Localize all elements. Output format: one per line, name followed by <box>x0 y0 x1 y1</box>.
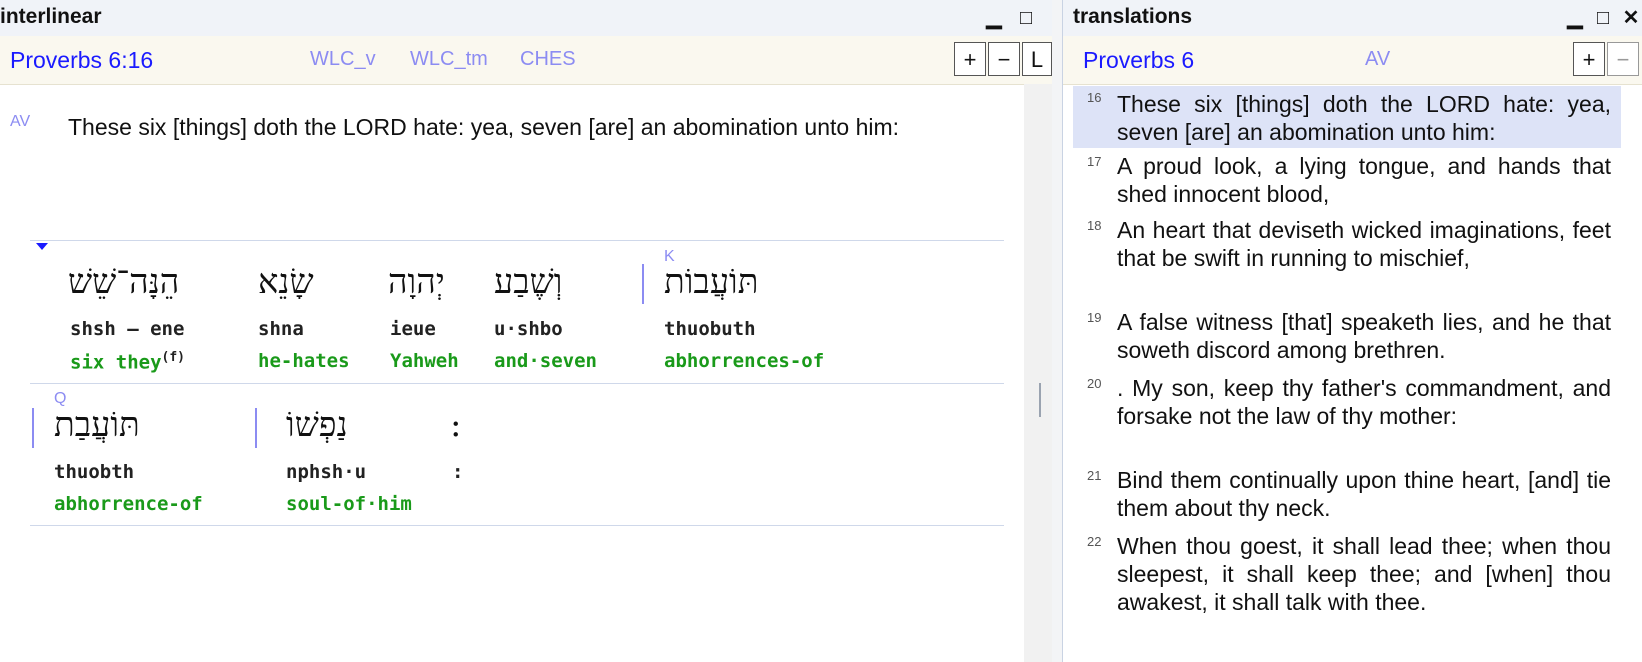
verse-item[interactable]: 22 When thou goest, it shall lead thee; … <box>1073 530 1621 618</box>
qere-marker-bar-right <box>255 408 257 448</box>
verse-text: These six [things] doth the LORD hate: y… <box>68 114 900 140</box>
transliteration: shna <box>258 318 304 340</box>
maximize-icon[interactable]: □ <box>1016 8 1036 28</box>
splitter-grip-icon[interactable] <box>1039 383 1041 417</box>
verse-number: 17 <box>1087 154 1102 169</box>
translations-titlebar: translations ▁ □ ✕ <box>1063 0 1642 37</box>
gloss: and·seven <box>494 350 597 372</box>
translations-title: translations <box>1073 5 1193 28</box>
interlinear-pane: interlinear ▁ □ Proverbs 6:16 WLC_v WLC_… <box>0 0 1053 662</box>
interlinear-scrollbar[interactable] <box>1024 84 1052 662</box>
gloss: six they(f) <box>70 350 185 374</box>
translation-version[interactable]: AV <box>1365 48 1390 71</box>
minimize-icon[interactable]: ▁ <box>1565 8 1585 28</box>
divider-line <box>30 240 1004 241</box>
transliteration: thuobuth <box>664 318 756 340</box>
pane-splitter[interactable] <box>1052 0 1062 662</box>
gloss: soul-of·him <box>286 493 412 515</box>
verse-text: . My son, keep thy father's commandment,… <box>1117 375 1611 429</box>
hebrew-word[interactable]: נַפְשׁוֹ <box>286 405 348 445</box>
ketiv-marker-bar <box>642 264 644 304</box>
verse-text: A false witness [that] speaketh lies, an… <box>1117 309 1611 363</box>
verse-text: When thou goest, it shall lead thee; whe… <box>1117 533 1611 615</box>
hebrew-word[interactable]: תּוֹעֲבוֹת <box>664 262 759 302</box>
verse-number: 20 <box>1087 376 1102 391</box>
maximize-icon[interactable]: □ <box>1593 8 1613 28</box>
verse-item[interactable]: 21 Bind them continually upon thine hear… <box>1073 464 1621 524</box>
divider-line <box>30 383 1004 384</box>
transliteration: : <box>452 461 464 483</box>
layout-button[interactable]: L <box>1022 42 1052 76</box>
verse-item[interactable]: 17 A proud look, a lying tongue, and han… <box>1073 150 1621 210</box>
translations-list: 16 These six [things] doth the LORD hate… <box>1063 84 1642 662</box>
minimize-icon[interactable]: ▁ <box>984 8 1004 28</box>
verse-item-selected[interactable]: 16 These six [things] doth the LORD hate… <box>1073 86 1621 148</box>
verse-number: 18 <box>1087 218 1102 233</box>
interlinear-navbar: Proverbs 6:16 WLC_v WLC_tm CHES + − L <box>0 36 1052 85</box>
verse-item[interactable]: 19 A false witness [that] speaketh lies,… <box>1073 306 1621 366</box>
gloss: abhorrence-of <box>54 493 203 515</box>
translations-navbar: Proverbs 6 AV + − <box>1063 36 1642 85</box>
verse-text: These six [things] doth the LORD hate: y… <box>1117 91 1611 145</box>
verse-version-tag: AV <box>10 113 31 130</box>
interlinear-titlebar: interlinear ▁ □ <box>0 0 1052 37</box>
version-ches[interactable]: CHES <box>520 48 576 71</box>
gloss: he-hates <box>258 350 350 372</box>
translations-pane: translations ▁ □ ✕ Proverbs 6 AV + − 16 … <box>1062 0 1642 662</box>
verse-text: An heart that deviseth wicked imaginatio… <box>1117 217 1611 271</box>
translations-reference[interactable]: Proverbs 6 <box>1083 47 1194 74</box>
hebrew-word[interactable]: תּוֹעֲבַת <box>54 405 140 445</box>
version-wlc-v[interactable]: WLC_v <box>310 48 376 71</box>
hebrew-word[interactable]: הֵנָּה־שֵׁשׁ <box>68 262 179 302</box>
gloss: Yahweh <box>390 350 459 372</box>
verse-item[interactable]: 20 . My son, keep thy father's commandme… <box>1073 372 1621 432</box>
footnote-marker[interactable]: (f) <box>162 350 185 365</box>
interlinear-reference[interactable]: Proverbs 6:16 <box>10 47 153 74</box>
verse-text: Bind them continually upon thine heart, … <box>1117 467 1611 521</box>
gloss: abhorrences-of <box>664 350 825 372</box>
verse-text: A proud look, a lying tongue, and hands … <box>1117 153 1611 207</box>
hebrew-word[interactable]: יְהוָה <box>388 262 445 302</box>
transliteration: thuobth <box>54 461 135 483</box>
verse-number: 21 <box>1087 468 1102 483</box>
verse-number: 16 <box>1087 90 1102 105</box>
close-icon[interactable]: ✕ <box>1621 8 1641 28</box>
zoom-out-button[interactable]: − <box>988 42 1020 76</box>
divider-line <box>30 525 1004 526</box>
hebrew-word[interactable]: וְשֶׁבַע <box>494 262 562 302</box>
zoom-out-button[interactable]: − <box>1607 42 1639 76</box>
transliteration: shsh – ene <box>70 318 185 340</box>
transliteration: ieue <box>390 318 436 340</box>
verse-number: 19 <box>1087 310 1102 325</box>
interlinear-title: interlinear <box>0 5 102 28</box>
transliteration: nphsh·u <box>286 461 367 483</box>
zoom-in-button[interactable]: + <box>1573 42 1605 76</box>
verse-item[interactable]: 18 An heart that deviseth wicked imagina… <box>1073 214 1621 274</box>
transliteration: u·shbo <box>494 318 563 340</box>
zoom-in-button[interactable]: + <box>954 42 986 76</box>
hebrew-word[interactable]: שָׂנֵא <box>258 262 314 302</box>
verse-number: 22 <box>1087 534 1102 549</box>
collapse-triangle-icon[interactable] <box>36 243 48 250</box>
qere-marker-bar-left <box>32 408 34 448</box>
sof-pasuq: : <box>450 405 462 445</box>
version-wlc-tm[interactable]: WLC_tm <box>410 48 488 71</box>
